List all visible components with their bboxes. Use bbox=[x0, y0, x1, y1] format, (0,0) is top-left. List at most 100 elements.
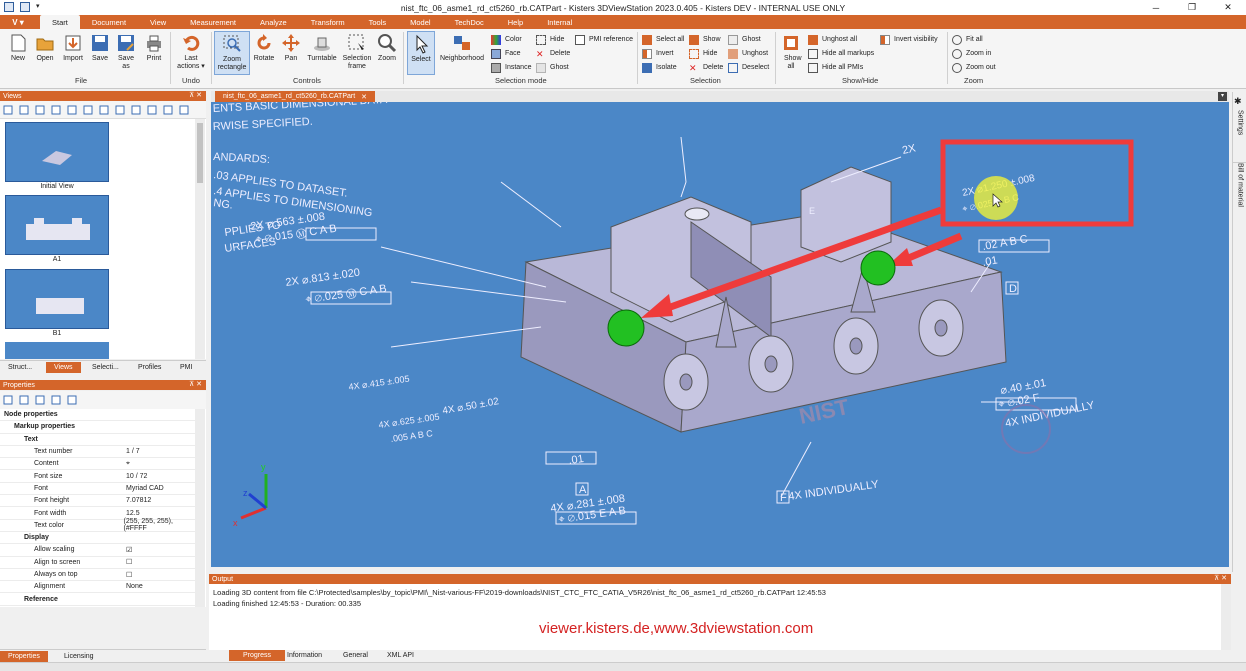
save-button[interactable]: Save bbox=[89, 33, 111, 63]
property-row[interactable]: Text number 1 / 7 bbox=[0, 446, 196, 459]
invert-selection-button[interactable]: Invert bbox=[642, 47, 674, 60]
unghost-button[interactable]: Unghost bbox=[728, 47, 768, 60]
settings-wrench-icon[interactable]: ✱ bbox=[1234, 96, 1246, 108]
show-button[interactable]: Show bbox=[689, 33, 721, 46]
zoom-out-button[interactable]: Zoom out bbox=[952, 61, 996, 74]
tab-start[interactable]: Start bbox=[40, 15, 80, 29]
app-menu-button[interactable]: V ▾ bbox=[6, 15, 30, 29]
hide-all-pmis-button[interactable]: Hide all PMIs bbox=[808, 61, 863, 74]
views-scrollbar[interactable] bbox=[195, 119, 205, 359]
panel-pin-close[interactable]: ⊼ ✕ bbox=[189, 91, 202, 99]
isolate-button[interactable]: Isolate bbox=[642, 61, 677, 74]
property-row[interactable]: Alignment None bbox=[0, 581, 196, 594]
close-tab-icon[interactable]: ✕ bbox=[361, 93, 367, 101]
save-as-button[interactable]: Save as bbox=[114, 33, 138, 71]
color-mode-button[interactable]: Color bbox=[491, 33, 522, 46]
open-button[interactable]: Open bbox=[33, 33, 57, 63]
property-category[interactable]: Display bbox=[0, 532, 196, 545]
tab-settings[interactable]: Settings bbox=[1233, 110, 1246, 152]
property-row[interactable]: Align to screen ☐ bbox=[0, 557, 196, 569]
tab-profiles[interactable]: Profiles bbox=[130, 362, 169, 373]
zoom-button[interactable]: Zoom bbox=[374, 33, 400, 63]
tab-structure[interactable]: Struct... bbox=[0, 362, 40, 373]
property-row[interactable]: Font height 7.07812 bbox=[0, 495, 196, 508]
view-thumbnail-b1[interactable] bbox=[5, 269, 109, 329]
zoom-rectangle-button[interactable]: Zoom rectangle bbox=[214, 31, 250, 75]
tab-licensing[interactable]: Licensing bbox=[56, 651, 102, 662]
property-category[interactable]: Text bbox=[0, 434, 196, 446]
delete-mode-button[interactable]: ✕ Delete bbox=[536, 47, 570, 60]
view-thumbnail-initial[interactable] bbox=[5, 122, 109, 182]
property-row[interactable]: Font Myriad CAD bbox=[0, 483, 196, 496]
minimize-button[interactable]: ─ bbox=[1138, 0, 1174, 15]
new-button[interactable]: New bbox=[7, 33, 29, 63]
tab-internal[interactable]: Internal bbox=[535, 15, 584, 29]
dropdown-quick-icon[interactable]: ▾ bbox=[36, 2, 46, 12]
pan-button[interactable]: Pan bbox=[279, 33, 303, 63]
maximize-button[interactable]: ❐ bbox=[1174, 0, 1210, 15]
property-category[interactable]: Markup properties bbox=[0, 421, 196, 434]
tab-document[interactable]: Document bbox=[80, 15, 138, 29]
invert-visibility-button[interactable]: Invert visibility bbox=[880, 33, 938, 46]
neighborhood-button[interactable]: Neighborhood bbox=[436, 33, 488, 63]
import-button[interactable]: Import bbox=[60, 33, 86, 63]
view-thumbnail-a1[interactable] bbox=[5, 195, 109, 255]
tab-tools[interactable]: Tools bbox=[357, 15, 399, 29]
save-quick-icon[interactable] bbox=[4, 2, 14, 12]
property-row[interactable]: Content ⌖ bbox=[0, 458, 196, 471]
view-thumbnail-next[interactable] bbox=[5, 342, 109, 359]
close-button[interactable]: ✕ bbox=[1210, 0, 1246, 15]
tab-techdoc[interactable]: TechDoc bbox=[443, 15, 496, 29]
3d-viewport[interactable]: ENTS BASIC DIMENSIONAL DATA RWISE SPECIF… bbox=[211, 102, 1229, 567]
unghost-all-button[interactable]: Unghost all bbox=[808, 33, 857, 46]
delete-button[interactable]: ✕ Delete bbox=[689, 61, 723, 74]
pmi-reference-button[interactable]: PMI reference bbox=[575, 33, 633, 46]
property-category[interactable]: Node properties bbox=[0, 409, 196, 422]
last-actions-button[interactable]: Last actions ▾ bbox=[175, 33, 207, 71]
face-mode-button[interactable]: Face bbox=[491, 47, 521, 60]
rotate-button[interactable]: Rotate bbox=[251, 33, 277, 63]
instance-mode-button[interactable]: Instance bbox=[491, 61, 531, 74]
hide-mode-button[interactable]: Hide bbox=[536, 33, 564, 46]
select-button[interactable]: Select bbox=[407, 31, 435, 75]
saveas-quick-icon[interactable] bbox=[20, 2, 30, 12]
hide-all-markups-button[interactable]: Hide all markups bbox=[808, 47, 874, 60]
tab-properties[interactable]: Properties bbox=[0, 651, 48, 662]
panel-pin-close[interactable]: ⊼ ✕ bbox=[189, 380, 202, 388]
tab-pmi[interactable]: PMI bbox=[172, 362, 200, 373]
turntable-button[interactable]: Turntable bbox=[304, 33, 340, 63]
tab-selection[interactable]: Selecti... bbox=[84, 362, 127, 373]
fit-all-button[interactable]: Fit all bbox=[952, 33, 983, 46]
tab-dropdown-icon[interactable]: ▾ bbox=[1218, 92, 1227, 101]
tab-measurement[interactable]: Measurement bbox=[178, 15, 248, 29]
output-scrollbar[interactable] bbox=[1221, 584, 1231, 650]
property-row[interactable]: Allow scaling ☑ bbox=[0, 544, 196, 557]
tab-transform[interactable]: Transform bbox=[299, 15, 357, 29]
property-row[interactable]: Always on top ☐ bbox=[0, 569, 196, 582]
tab-progress[interactable]: Progress bbox=[229, 650, 286, 661]
tab-bill-of-material[interactable]: Bill of material bbox=[1233, 162, 1246, 232]
properties-scrollbar[interactable] bbox=[195, 409, 205, 607]
tab-model[interactable]: Model bbox=[398, 15, 442, 29]
selection-frame-button[interactable]: Selection frame bbox=[340, 33, 374, 71]
properties-toolbar-icons[interactable] bbox=[0, 391, 206, 409]
tab-information[interactable]: Information bbox=[279, 650, 330, 661]
ghost-button[interactable]: Ghost bbox=[728, 33, 761, 46]
tab-views[interactable]: Views bbox=[46, 362, 81, 373]
deselect-button[interactable]: Deselect bbox=[728, 61, 769, 74]
views-toolbar-icons[interactable] bbox=[0, 101, 206, 119]
zoom-in-button[interactable]: Zoom in bbox=[952, 47, 991, 60]
property-row[interactable]: Font size 10 / 72 bbox=[0, 471, 196, 483]
property-category[interactable]: Reference bbox=[0, 594, 196, 606]
print-button[interactable]: Print bbox=[142, 33, 166, 63]
document-tab[interactable]: nist_ftc_06_asme1_rd_ct5260_rb.CATPart ✕ bbox=[215, 91, 376, 102]
tab-xml-api[interactable]: XML API bbox=[379, 650, 422, 661]
tab-analyze[interactable]: Analyze bbox=[248, 15, 299, 29]
show-all-button[interactable]: Show all bbox=[779, 33, 803, 71]
tab-help[interactable]: Help bbox=[496, 15, 535, 29]
tab-view[interactable]: View bbox=[138, 15, 178, 29]
hide-button[interactable]: Hide bbox=[689, 47, 717, 60]
property-row[interactable]: Text color (255, 255, 255), (#FFFF bbox=[0, 518, 196, 532]
select-all-button[interactable]: Select all bbox=[642, 33, 684, 46]
tab-general[interactable]: General bbox=[335, 650, 376, 661]
